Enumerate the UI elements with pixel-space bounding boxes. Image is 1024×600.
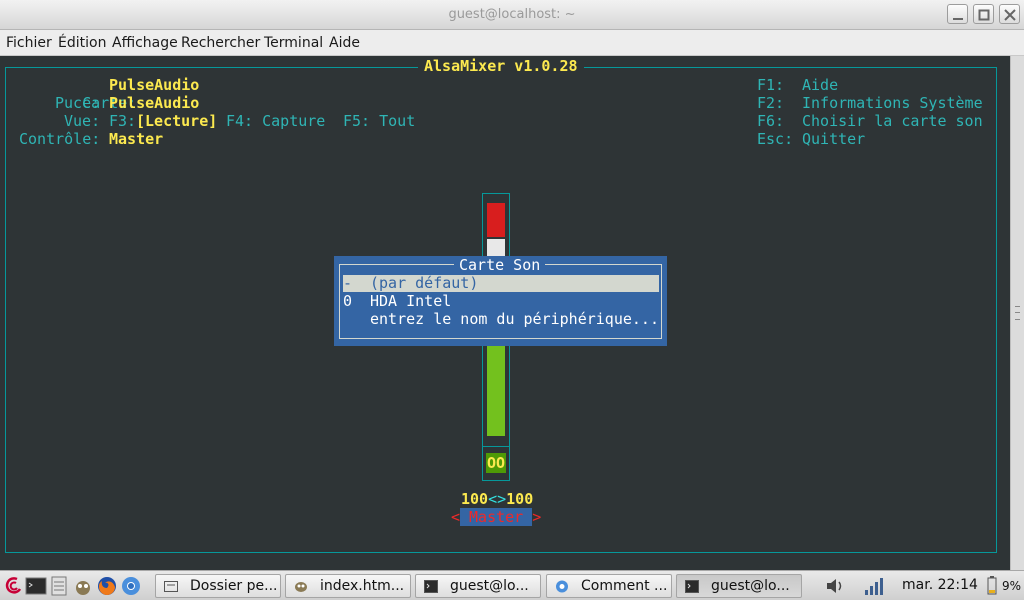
volume-left: 100 <box>461 490 489 508</box>
view-playback-tab[interactable]: [Lecture] <box>136 112 217 130</box>
view-all-tab[interactable]: F5: Tout <box>343 112 415 130</box>
task-dossier[interactable]: Dossier pe... <box>155 574 281 598</box>
window-titlebar[interactable]: guest@localhost: ~ <box>0 0 1024 30</box>
volume-level-red <box>487 203 505 237</box>
mute-indicator: OO <box>487 454 506 472</box>
terminal-icon <box>685 580 699 593</box>
battery-icon[interactable] <box>983 575 1001 597</box>
minimize-button[interactable] <box>947 4 968 24</box>
chromium-launcher-icon[interactable] <box>120 575 142 597</box>
debian-menu-icon[interactable] <box>3 575 25 597</box>
task-terminal-2[interactable]: guest@lo... <box>676 574 802 598</box>
taskbar: Dossier pe... index.htm... guest@lo... C… <box>0 570 1024 600</box>
help-key-f1: F1: <box>757 76 785 94</box>
view-capture-tab[interactable]: F4: Capture <box>226 112 325 130</box>
task-comment[interactable]: Comment ... <box>546 574 672 598</box>
help-text-f1: Aide <box>802 76 839 94</box>
view-f3-key[interactable]: F3: <box>109 112 136 130</box>
control-label: Contrôle: <box>19 130 101 148</box>
chip-value: PulseAudio <box>109 94 200 112</box>
dialog-item-1-label[interactable]: HDA Intel <box>370 292 451 310</box>
clock[interactable]: mar. 22:14 <box>902 577 978 593</box>
volume-level-green <box>487 346 505 436</box>
terminal-scrollbar[interactable] <box>1010 56 1024 570</box>
dialog-item-0-label[interactable]: (par défaut) <box>370 274 478 292</box>
channel-name[interactable]: Master <box>460 508 533 526</box>
gimp-launcher-icon[interactable] <box>72 575 94 597</box>
window-title: guest@localhost: ~ <box>448 7 576 22</box>
volume-level-white <box>487 239 505 257</box>
menu-aide[interactable]: Aide <box>329 35 360 51</box>
volume-separator-text: <> <box>488 490 507 508</box>
task-terminal-1-label: guest@lo... <box>450 578 529 594</box>
minimize-icon <box>953 18 963 20</box>
chrome-icon <box>556 580 568 593</box>
menu-affichage[interactable]: Affichage <box>112 35 178 51</box>
task-index-label: index.htm... <box>320 578 405 594</box>
help-key-f6: F6: <box>757 112 785 130</box>
view-label: Vue: <box>64 112 101 130</box>
dialog-title: Carte Son <box>454 256 546 274</box>
help-text-f2: Informations Système <box>802 94 983 112</box>
dialog-item-2-label[interactable]: entrez le nom du périphérique... <box>370 310 659 328</box>
volume-value: 100<>100 <box>461 490 533 508</box>
chip-label: Puce: <box>55 94 101 112</box>
dialog-item-1-index: 0 <box>343 292 353 310</box>
close-button[interactable] <box>999 4 1020 24</box>
help-text-f6: Choisir la carte son <box>802 112 983 130</box>
task-terminal-2-label: guest@lo... <box>711 578 790 594</box>
firefox-launcher-icon[interactable] <box>96 575 118 597</box>
channel-close-bracket: > <box>532 508 542 526</box>
channel-label[interactable]: < Master > <box>451 508 541 526</box>
volume-separator <box>482 446 510 447</box>
channel-open-bracket: < <box>451 508 461 526</box>
help-key-esc: Esc: <box>757 130 794 148</box>
card-value: PulseAudio <box>109 76 200 94</box>
task-index[interactable]: index.htm... <box>285 574 411 598</box>
files-launcher-icon[interactable] <box>48 575 70 597</box>
control-value: Master <box>109 130 164 148</box>
scrollbar-grip[interactable] <box>1015 306 1020 320</box>
menu-terminal[interactable]: Terminal <box>264 35 323 51</box>
task-dossier-label: Dossier pe... <box>190 578 278 594</box>
terminal-launcher-icon[interactable] <box>25 575 47 597</box>
task-comment-label: Comment ... <box>581 578 668 594</box>
network-icon[interactable] <box>862 575 884 597</box>
alsamixer-title: AlsaMixer v1.0.28 <box>418 57 584 75</box>
folder-icon <box>164 581 178 592</box>
dialog-item-0-index: - <box>343 274 353 292</box>
maximize-icon <box>978 9 990 21</box>
volume-right: 100 <box>506 490 534 508</box>
task-terminal-1[interactable]: guest@lo... <box>415 574 541 598</box>
sound-card-dialog: Carte Son - (par défaut) 0 HDA Intel ent… <box>334 256 667 346</box>
close-icon <box>1004 9 1016 21</box>
terminal-icon <box>424 580 438 593</box>
help-key-f2: F2: <box>757 94 785 112</box>
volume-icon[interactable] <box>824 575 846 597</box>
help-text-esc: Quitter <box>802 130 866 148</box>
gimp-icon <box>295 582 307 592</box>
menu-edition[interactable]: Édition <box>58 35 106 51</box>
maximize-button[interactable] <box>973 4 994 24</box>
menu-fichier[interactable]: Fichier <box>6 35 52 51</box>
menubar: Fichier Édition Affichage Rechercher Ter… <box>0 30 1024 56</box>
battery-percent: 9% <box>1002 579 1022 593</box>
menu-rechercher[interactable]: Rechercher <box>181 35 260 51</box>
